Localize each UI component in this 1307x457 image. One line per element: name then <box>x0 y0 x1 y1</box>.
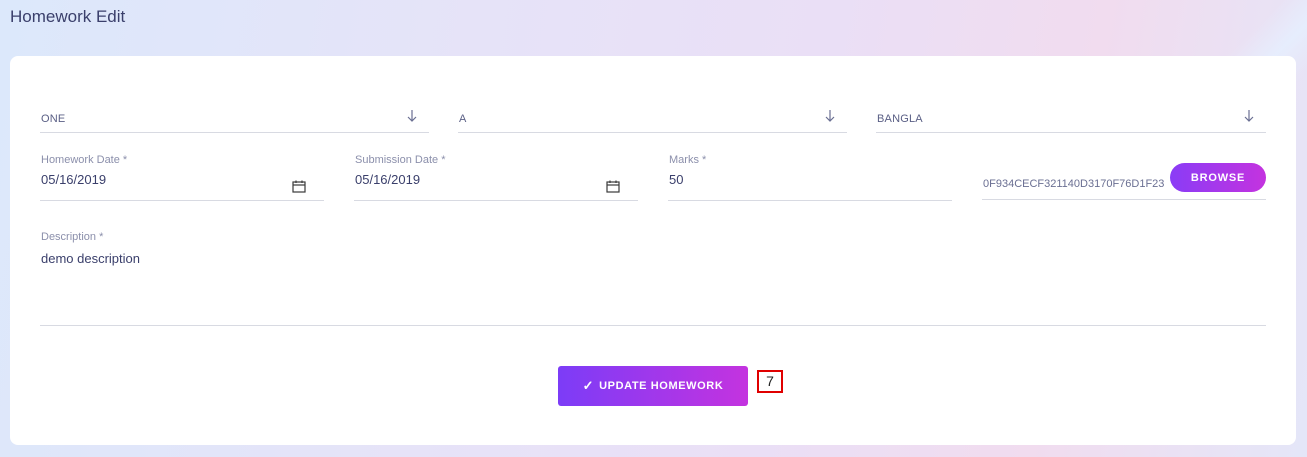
attachment-file-field[interactable]: 0F934CECF321140D3170F76D1F23 BROWSE <box>982 162 1266 200</box>
description-value: demo description <box>41 251 140 266</box>
section-select[interactable]: A <box>458 100 847 133</box>
homework-date-field[interactable]: Homework Date * 05/16/2019 <box>40 154 324 201</box>
arrow-down-icon <box>825 110 835 122</box>
homework-date-value: 05/16/2019 <box>41 172 107 187</box>
class-select[interactable]: ONE <box>40 100 429 133</box>
calendar-icon[interactable] <box>606 180 620 193</box>
submission-date-value: 05/16/2019 <box>355 172 421 187</box>
browse-button[interactable]: BROWSE <box>1170 163 1266 192</box>
attachment-file-name: 0F934CECF321140D3170F76D1F23 <box>983 178 1165 190</box>
marks-field[interactable]: Marks * 50 <box>668 154 952 201</box>
update-homework-button[interactable]: ✓ UPDATE HOMEWORK <box>558 366 748 406</box>
homework-form-card: ONE A BANGLA Homework Date * 05/16/2019 … <box>10 56 1296 445</box>
description-field[interactable]: Description * demo description <box>40 230 1266 326</box>
subject-select[interactable]: BANGLA <box>876 100 1266 133</box>
check-icon: ✓ <box>582 378 595 393</box>
update-homework-label: UPDATE HOMEWORK <box>599 380 724 392</box>
class-select-value: ONE <box>41 113 66 125</box>
section-select-value: A <box>459 113 467 125</box>
arrow-down-icon <box>1244 110 1254 122</box>
annotation-badge: 7 <box>757 370 783 393</box>
marks-label: Marks * <box>669 154 707 166</box>
arrow-down-icon <box>407 110 417 122</box>
marks-value: 50 <box>669 172 684 187</box>
description-label: Description * <box>41 231 104 243</box>
homework-date-label: Homework Date * <box>41 154 128 166</box>
submission-date-label: Submission Date * <box>355 154 446 166</box>
calendar-icon[interactable] <box>292 180 306 193</box>
page-title: Homework Edit <box>10 7 126 26</box>
submission-date-field[interactable]: Submission Date * 05/16/2019 <box>354 154 638 201</box>
subject-select-value: BANGLA <box>877 113 923 125</box>
